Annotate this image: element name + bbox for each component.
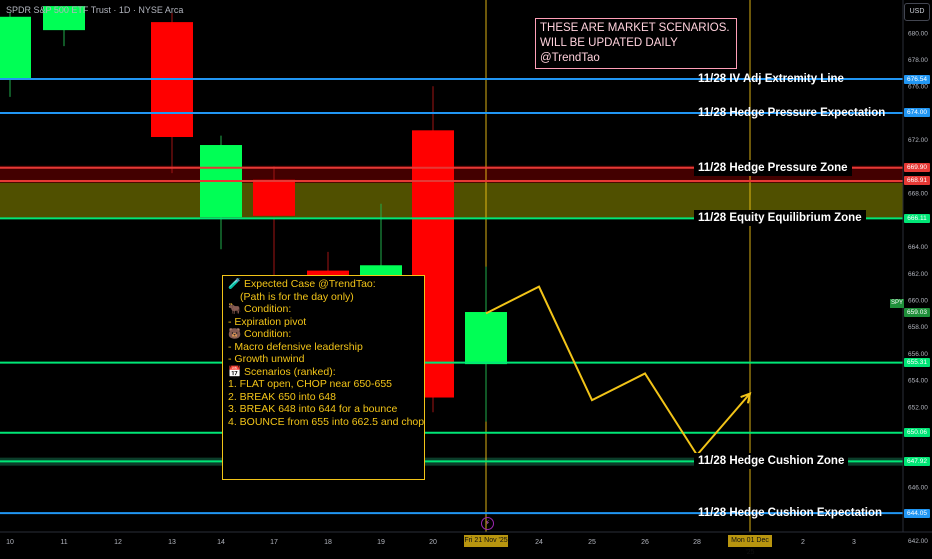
y-tick-label: 660.00 bbox=[908, 298, 928, 305]
scenario-title: Expected Case @TrendTao: bbox=[244, 278, 376, 290]
scenario-item: 4. BOUNCE from 655 into 662.5 and chop bbox=[228, 415, 425, 428]
level-label: 11/28 Hedge Pressure Zone bbox=[694, 159, 852, 176]
x-tick-label: 24 bbox=[535, 539, 543, 546]
x-tick-label: 17 bbox=[270, 539, 278, 546]
scenario-title-row: 🧪 Expected Case @TrendTao: bbox=[228, 278, 419, 291]
x-tick-label: 18 bbox=[324, 539, 332, 546]
candle-body bbox=[0, 16, 31, 80]
scenario-item: 3. BREAK 648 into 644 for a bounce bbox=[228, 403, 398, 415]
lightning-icon[interactable]: ⚡ bbox=[481, 517, 494, 530]
bear-item: - Growth unwind bbox=[228, 353, 305, 365]
bull-condition-row: 🐂 Condition: bbox=[228, 303, 419, 316]
x-tick-label: 2 bbox=[801, 539, 805, 546]
notice-line-2: WILL BE UPDATED DAILY @TrendTao bbox=[540, 37, 678, 64]
scenarios-heading-row: 📅 Scenarios (ranked): bbox=[228, 366, 419, 379]
y-tick-label: 652.00 bbox=[908, 404, 928, 411]
notice-line-1: THESE ARE MARKET SCENARIOS. bbox=[540, 22, 730, 34]
level-label: 11/28 Hedge Cushion Zone bbox=[694, 453, 849, 470]
y-tick-label: 672.00 bbox=[908, 137, 928, 144]
level-label: 11/28 Hedge Cushion Expectation bbox=[698, 507, 883, 520]
x-marker-date-tag: Mon 01 Dec '25 bbox=[728, 535, 772, 556]
level-price-tag: 655.31 bbox=[904, 358, 930, 368]
x-tick-label: 12 bbox=[114, 539, 122, 546]
symbol-price-tag: SPY bbox=[890, 299, 904, 308]
level-price-tag: 650.06 bbox=[904, 428, 930, 438]
calendar-icon: 📅 bbox=[228, 365, 242, 378]
bear-item: - Macro defensive leadership bbox=[228, 340, 363, 353]
scenario-notice: THESE ARE MARKET SCENARIOS. WILL BE UPDA… bbox=[535, 18, 737, 69]
x-tick-label: 20 bbox=[429, 539, 437, 546]
y-tick-label: 668.00 bbox=[908, 191, 928, 198]
level-price-tag: 668.91 bbox=[904, 176, 930, 186]
y-tick-label: 664.00 bbox=[908, 244, 928, 251]
bear-heading: Condition: bbox=[244, 328, 292, 340]
candle-body bbox=[253, 179, 295, 216]
level-label: 11/28 Equity Equilibrium Zone bbox=[694, 210, 866, 227]
y-tick-label: 680.00 bbox=[908, 30, 928, 37]
level-label: 11/28 IV Adj Extremity Line bbox=[698, 73, 844, 86]
bear-icon: 🐻 bbox=[228, 328, 242, 340]
scenarios-heading: Scenarios (ranked): bbox=[244, 365, 336, 378]
x-tick-label: 14 bbox=[217, 539, 225, 546]
scenario-box: 🧪 Expected Case @TrendTao: (Path is for … bbox=[222, 275, 425, 480]
bull-icon: 🐂 bbox=[228, 303, 242, 315]
scenario-item: 1. FLAT open, CHOP near 650-655 bbox=[228, 378, 393, 390]
bear-condition-row: 🐻 Condition: bbox=[228, 328, 419, 341]
y-tick-label: 662.00 bbox=[908, 271, 928, 278]
symbol-legend[interactable]: SPDR S&P 500 ETF Trust · 1D · NYSE Arca bbox=[6, 5, 183, 15]
x-tick-label: 28 bbox=[693, 539, 701, 546]
currency-button[interactable]: USD bbox=[904, 3, 930, 21]
current-price-tag: 659.03 bbox=[904, 308, 930, 318]
level-price-tag: 676.54 bbox=[904, 74, 930, 84]
level-price-tag: 647.92 bbox=[904, 456, 930, 466]
y-tick-label: 676.00 bbox=[908, 84, 928, 91]
scenario-subtitle: (Path is for the day only) bbox=[240, 290, 354, 303]
x-tick-label: 19 bbox=[377, 539, 385, 546]
y-tick-label: 658.00 bbox=[908, 324, 928, 331]
y-tick-label: 678.00 bbox=[908, 57, 928, 64]
level-price-tag: 666.11 bbox=[904, 213, 930, 223]
scenario-item: 2. BREAK 650 into 648 bbox=[228, 390, 336, 403]
bull-heading: Condition: bbox=[244, 303, 292, 315]
bull-item: - Expiration pivot bbox=[228, 315, 307, 328]
test-tube-icon: 🧪 bbox=[228, 278, 242, 290]
level-label: 11/28 Hedge Pressure Expectation bbox=[698, 106, 886, 119]
level-price-tag: 669.90 bbox=[904, 163, 930, 173]
y-tick-label: 646.00 bbox=[908, 485, 928, 492]
y-tick-label: 654.00 bbox=[908, 378, 928, 385]
level-price-tag: 644.05 bbox=[904, 508, 930, 518]
y-tick-label: 642.00 bbox=[908, 538, 928, 545]
x-tick-label: 11 bbox=[60, 539, 67, 546]
level-price-tag: 674.00 bbox=[904, 108, 930, 118]
x-tick-label: 25 bbox=[588, 539, 596, 546]
candle-body bbox=[465, 312, 507, 365]
x-marker-date-tag: Fri 21 Nov '25 bbox=[464, 535, 508, 547]
x-tick-label: 13 bbox=[168, 539, 176, 546]
x-tick-label: 26 bbox=[641, 539, 649, 546]
x-tick-label: 10 bbox=[6, 539, 14, 546]
x-tick-label: 3 bbox=[852, 539, 856, 546]
y-tick-label: 656.00 bbox=[908, 351, 928, 358]
